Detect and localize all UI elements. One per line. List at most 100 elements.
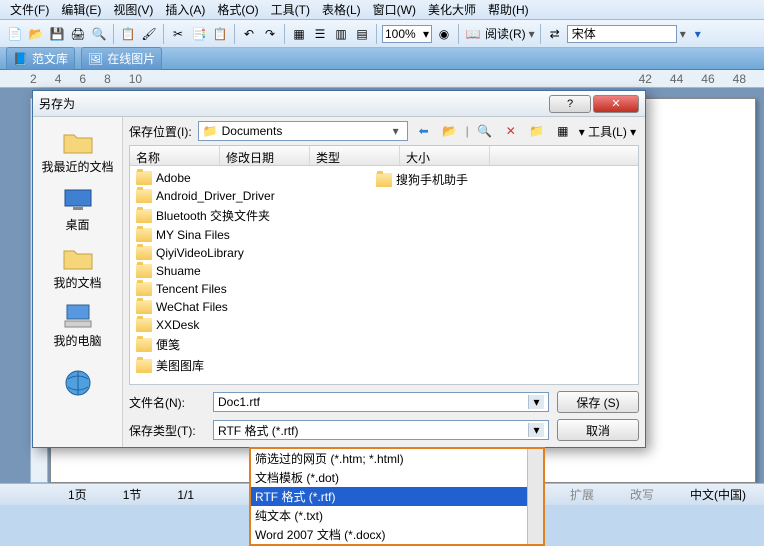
search-icon[interactable]: 🔍 (475, 121, 495, 141)
new-icon[interactable]: 📄 (6, 25, 24, 43)
save-icon[interactable]: 💾 (48, 25, 66, 43)
menu-table[interactable]: 表格(L) (316, 1, 367, 18)
dropdown-option[interactable]: 筛选过的网页 (*.htm; *.html) (251, 449, 543, 468)
online-image-button[interactable]: 🖼在线图片 (81, 47, 162, 70)
newfolder-icon[interactable]: 📁 (527, 121, 547, 141)
menu-window[interactable]: 窗口(W) (367, 1, 422, 18)
back-icon[interactable]: ⬅ (414, 121, 434, 141)
menu-view[interactable]: 视图(V) (107, 1, 159, 18)
outline-icon[interactable]: ☰ (311, 25, 329, 43)
print-icon[interactable]: 🖨 (69, 25, 87, 43)
folder-name: QiyiVideoLibrary (156, 246, 244, 260)
open-icon[interactable]: 📂 (27, 25, 45, 43)
table-icon[interactable]: ▦ (290, 25, 308, 43)
folder-icon (136, 300, 152, 314)
folder-icon (136, 228, 152, 242)
delete-icon[interactable]: ✕ (501, 121, 521, 141)
folder-icon (136, 246, 152, 260)
menu-insert[interactable]: 插入(A) (159, 1, 211, 18)
font-combo[interactable]: 宋体 (567, 25, 677, 43)
ruler-tick: 10 (129, 72, 142, 86)
folder-item[interactable]: Adobe (134, 170, 374, 186)
more-icon[interactable]: ▾ (689, 25, 707, 43)
dropdown-option[interactable]: RTF 格式 (*.rtf) (251, 487, 543, 506)
dropdown-option[interactable]: 纯文本 (*.txt) (251, 506, 543, 525)
scrollbar[interactable] (527, 449, 543, 544)
cancel-button[interactable]: 取消 (557, 419, 639, 441)
zoom-combo[interactable]: 100%▾ (382, 25, 432, 43)
menu-format[interactable]: 格式(O) (211, 1, 264, 18)
columns-icon[interactable]: ▥ (332, 25, 350, 43)
folder-item[interactable]: 搜狗手机助手 (374, 170, 614, 189)
separator (540, 24, 541, 44)
cut-icon[interactable]: ✂ (169, 25, 187, 43)
folder-item[interactable]: Android_Driver_Driver (134, 188, 374, 204)
folder-item[interactable]: 美图图库 (134, 356, 374, 375)
paste2-icon[interactable]: 📋 (211, 25, 229, 43)
status-position: 1/1 (169, 488, 202, 502)
folder-item[interactable]: WeChat Files (134, 299, 374, 315)
location-combo[interactable]: 📁 Documents ▾ (198, 121, 408, 141)
ruler-tick: 6 (79, 72, 86, 86)
col-size[interactable]: 大小 (400, 146, 490, 165)
folder-icon (136, 171, 152, 185)
col-type[interactable]: 类型 (310, 146, 400, 165)
undo-icon[interactable]: ↶ (240, 25, 258, 43)
wenku-button[interactable]: 📘范文库 (6, 47, 75, 70)
up-icon[interactable]: 📂 (440, 121, 460, 141)
col-modified[interactable]: 修改日期 (220, 146, 310, 165)
paste-icon[interactable]: 📋 (119, 25, 137, 43)
filetype-combo[interactable]: RTF 格式 (*.rtf)▾ (213, 420, 549, 440)
place-mycomputer[interactable]: 我的电脑 (38, 297, 118, 353)
redo-icon[interactable]: ↷ (261, 25, 279, 43)
menu-beautify[interactable]: 美化大师 (422, 1, 482, 18)
folder-item[interactable]: Tencent Files (134, 281, 374, 297)
ruler-tick: 42 (639, 72, 652, 86)
read-button[interactable]: 阅读(R) (485, 25, 526, 42)
separator (376, 24, 377, 44)
filename-label: 文件名(N): (129, 394, 205, 411)
folder-item[interactable]: Shuame (134, 263, 374, 279)
brush-icon[interactable]: 🖌 (140, 25, 158, 43)
dropdown-option[interactable]: Word 2007 文档 (*.docx) (251, 525, 543, 544)
book-icon[interactable]: 📖 (464, 25, 482, 43)
dropdown-option[interactable]: 文档模板 (*.dot) (251, 468, 543, 487)
menu-file[interactable]: 文件(F) (4, 1, 55, 18)
dialog-main: 保存位置(I): 📁 Documents ▾ ⬅ 📂 | 🔍 ✕ 📁 ▦ ▾ 工… (123, 117, 645, 447)
copy-icon[interactable]: 📑 (190, 25, 208, 43)
folder-item[interactable]: XXDesk (134, 317, 374, 333)
col-name[interactable]: 名称 (130, 146, 220, 165)
preview-icon[interactable]: 🔍 (90, 25, 108, 43)
place-desktop[interactable]: 桌面 (38, 181, 118, 237)
menu-tools[interactable]: 工具(T) (265, 1, 316, 18)
place-network[interactable] (38, 355, 118, 411)
folder-item[interactable]: MY Sina Files (134, 227, 374, 243)
file-list[interactable]: 名称 修改日期 类型 大小 Adobe Android_Driver_Driver… (129, 145, 639, 385)
folder-item[interactable]: Bluetooth 交换文件夹 (134, 206, 374, 225)
menu-help[interactable]: 帮助(H) (482, 1, 535, 18)
dialog-titlebar[interactable]: 另存为 ? ✕ (33, 91, 645, 117)
place-recent[interactable]: 我最近的文档 (38, 123, 118, 179)
folder-name: 便笺 (156, 336, 180, 353)
separator (113, 24, 114, 44)
filename-input[interactable]: Doc1.rtf▾ (213, 392, 549, 412)
filetype-dropdown[interactable]: 筛选过的网页 (*.htm; *.html)文档模板 (*.dot)RTF 格式… (249, 447, 545, 546)
folder-name: Tencent Files (156, 282, 227, 296)
tools-menu[interactable]: ▾ 工具(L) ▾ (579, 123, 636, 140)
folder-item[interactable]: QiyiVideoLibrary (134, 245, 374, 261)
chevron-down-icon: ▾ (528, 395, 544, 409)
save-button[interactable]: 保存 (S) (557, 391, 639, 413)
status-language: 中文(中国) (682, 486, 754, 503)
place-mydocs[interactable]: 我的文档 (38, 239, 118, 295)
ruler-tick: 46 (701, 72, 714, 86)
folder-name: XXDesk (156, 318, 199, 332)
back-icon[interactable]: ◉ (435, 25, 453, 43)
close-button[interactable]: ✕ (593, 95, 639, 113)
views-icon[interactable]: ▦ (553, 121, 573, 141)
grid-icon[interactable]: ▤ (353, 25, 371, 43)
chevron-down-icon: ▾ (389, 124, 403, 138)
folder-item[interactable]: 便笺 (134, 335, 374, 354)
menu-edit[interactable]: 编辑(E) (55, 1, 107, 18)
switch-icon[interactable]: ⇄ (546, 25, 564, 43)
help-button[interactable]: ? (549, 95, 591, 113)
